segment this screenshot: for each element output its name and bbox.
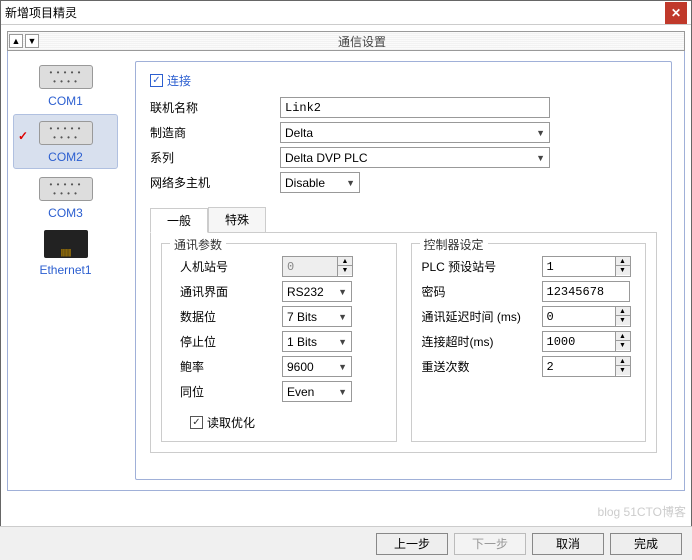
tab-general[interactable]: 一般 bbox=[150, 208, 208, 233]
chevron-down-icon: ▼ bbox=[338, 387, 347, 397]
spin-down-icon: ▼ bbox=[338, 266, 352, 275]
toolbar-title: 通信设置 bbox=[40, 33, 684, 50]
window-title: 新增项目精灵 bbox=[5, 4, 665, 21]
chevron-down-icon: ▼ bbox=[338, 287, 347, 297]
chevron-down-icon: ▼ bbox=[346, 178, 355, 188]
parity-label: 同位 bbox=[172, 383, 282, 400]
spin-down-icon: ▼ bbox=[616, 316, 630, 325]
iface-select[interactable]: RS232▼ bbox=[282, 281, 352, 302]
databits-select[interactable]: 7 Bits▼ bbox=[282, 306, 352, 327]
prev-button[interactable]: 上一步 bbox=[376, 533, 448, 555]
baud-select[interactable]: 9600▼ bbox=[282, 356, 352, 377]
serial-port-icon bbox=[39, 177, 93, 201]
sidebar-label: Ethernet1 bbox=[12, 263, 119, 277]
pwd-label: 密码 bbox=[422, 283, 542, 300]
station-label: 人机站号 bbox=[172, 258, 282, 275]
delay-spinner[interactable]: ▲▼ bbox=[542, 306, 631, 327]
content: ✓ 连接 联机名称 制造商 Delta▼ 系列 Delta DVP PLC▼ 网… bbox=[123, 51, 684, 490]
sidebar-item-com3[interactable]: COM3 bbox=[8, 171, 123, 224]
ethernet-icon bbox=[44, 230, 88, 258]
close-button[interactable]: ✕ bbox=[665, 2, 687, 24]
tab-body: 通讯参数 人机站号 ▲▼ 通讯界面 RS232▼ 数据位 7 Bits▼ 停止位… bbox=[150, 232, 657, 453]
ctrl-legend: 控制器设定 bbox=[420, 236, 488, 253]
readopt-label: 读取优化 bbox=[207, 414, 255, 431]
titlebar: 新增项目精灵 ✕ bbox=[1, 1, 691, 25]
checkbox-icon: ✓ bbox=[190, 416, 203, 429]
timeout-label: 连接超时(ms) bbox=[422, 333, 542, 350]
plc-spinner[interactable]: ▲▼ bbox=[542, 256, 631, 277]
spin-down-icon: ▼ bbox=[616, 366, 630, 375]
sidebar-label: COM3 bbox=[12, 206, 119, 220]
linkname-input[interactable] bbox=[280, 97, 550, 118]
parity-select[interactable]: Even▼ bbox=[282, 381, 352, 402]
toolbar: ▲ ▼ 通信设置 bbox=[7, 31, 685, 51]
checkbox-icon: ✓ bbox=[150, 74, 163, 87]
series-label: 系列 bbox=[150, 149, 280, 166]
sidebar-item-com1[interactable]: COM1 bbox=[8, 59, 123, 112]
arrow-down-icon[interactable]: ▼ bbox=[25, 34, 39, 48]
spin-up-icon: ▲ bbox=[616, 257, 630, 266]
vendor-label: 制造商 bbox=[150, 124, 280, 141]
sidebar-item-com2[interactable]: COM2 bbox=[13, 114, 118, 169]
comm-params-fieldset: 通讯参数 人机站号 ▲▼ 通讯界面 RS232▼ 数据位 7 Bits▼ 停止位… bbox=[161, 243, 397, 442]
sidebar-item-ethernet1[interactable]: Ethernet1 bbox=[8, 224, 123, 281]
next-button: 下一步 bbox=[454, 533, 526, 555]
retry-label: 重送次数 bbox=[422, 358, 542, 375]
timeout-spinner[interactable]: ▲▼ bbox=[542, 331, 631, 352]
comm-legend: 通讯参数 bbox=[170, 236, 226, 253]
serial-port-icon bbox=[39, 65, 93, 89]
iface-label: 通讯界面 bbox=[172, 283, 282, 300]
series-select[interactable]: Delta DVP PLC▼ bbox=[280, 147, 550, 168]
spin-up-icon: ▲ bbox=[616, 332, 630, 341]
retry-spinner[interactable]: ▲▼ bbox=[542, 356, 631, 377]
spin-down-icon: ▼ bbox=[616, 341, 630, 350]
chevron-down-icon: ▼ bbox=[338, 337, 347, 347]
databits-label: 数据位 bbox=[172, 308, 282, 325]
plc-label: PLC 预设站号 bbox=[422, 258, 542, 275]
spin-down-icon: ▼ bbox=[616, 266, 630, 275]
controller-fieldset: 控制器设定 PLC 预设站号 ▲▼ 密码 通讯延迟时间 (ms) ▲▼ 连接超时… bbox=[411, 243, 647, 442]
chevron-down-icon: ▼ bbox=[338, 312, 347, 322]
pwd-input[interactable] bbox=[542, 281, 630, 302]
sidebar-label: COM1 bbox=[12, 94, 119, 108]
chevron-down-icon: ▼ bbox=[536, 153, 545, 163]
finish-button[interactable]: 完成 bbox=[610, 533, 682, 555]
sidebar: COM1 COM2 COM3 Ethernet1 bbox=[8, 51, 123, 490]
vendor-select[interactable]: Delta▼ bbox=[280, 122, 550, 143]
linkname-label: 联机名称 bbox=[150, 99, 280, 116]
connect-label: 连接 bbox=[167, 72, 191, 89]
connect-checkbox[interactable]: ✓ 连接 bbox=[150, 72, 657, 89]
delay-label: 通讯延迟时间 (ms) bbox=[422, 308, 542, 325]
main-area: COM1 COM2 COM3 Ethernet1 ✓ 连接 联机名称 制造商 D… bbox=[7, 51, 685, 491]
multi-label: 网络多主机 bbox=[150, 174, 280, 191]
spin-up-icon: ▲ bbox=[616, 307, 630, 316]
sidebar-label: COM2 bbox=[18, 150, 113, 164]
chevron-down-icon: ▼ bbox=[536, 128, 545, 138]
spin-up-icon: ▲ bbox=[616, 357, 630, 366]
baud-label: 鲍率 bbox=[172, 358, 282, 375]
footer: 上一步 下一步 取消 完成 bbox=[0, 526, 692, 560]
stopbits-select[interactable]: 1 Bits▼ bbox=[282, 331, 352, 352]
chevron-down-icon: ▼ bbox=[338, 362, 347, 372]
cancel-button[interactable]: 取消 bbox=[532, 533, 604, 555]
settings-panel: ✓ 连接 联机名称 制造商 Delta▼ 系列 Delta DVP PLC▼ 网… bbox=[135, 61, 672, 480]
arrow-up-icon[interactable]: ▲ bbox=[9, 34, 23, 48]
readopt-checkbox[interactable]: ✓ 读取优化 bbox=[172, 414, 386, 431]
station-spinner[interactable]: ▲▼ bbox=[282, 256, 353, 277]
tabs: 一般 特殊 bbox=[150, 207, 657, 232]
serial-port-icon bbox=[39, 121, 93, 145]
tab-special[interactable]: 特殊 bbox=[208, 207, 266, 232]
spin-up-icon: ▲ bbox=[338, 257, 352, 266]
watermark: blog 51CTO博客 bbox=[598, 503, 686, 520]
multi-select[interactable]: Disable▼ bbox=[280, 172, 360, 193]
stopbits-label: 停止位 bbox=[172, 333, 282, 350]
